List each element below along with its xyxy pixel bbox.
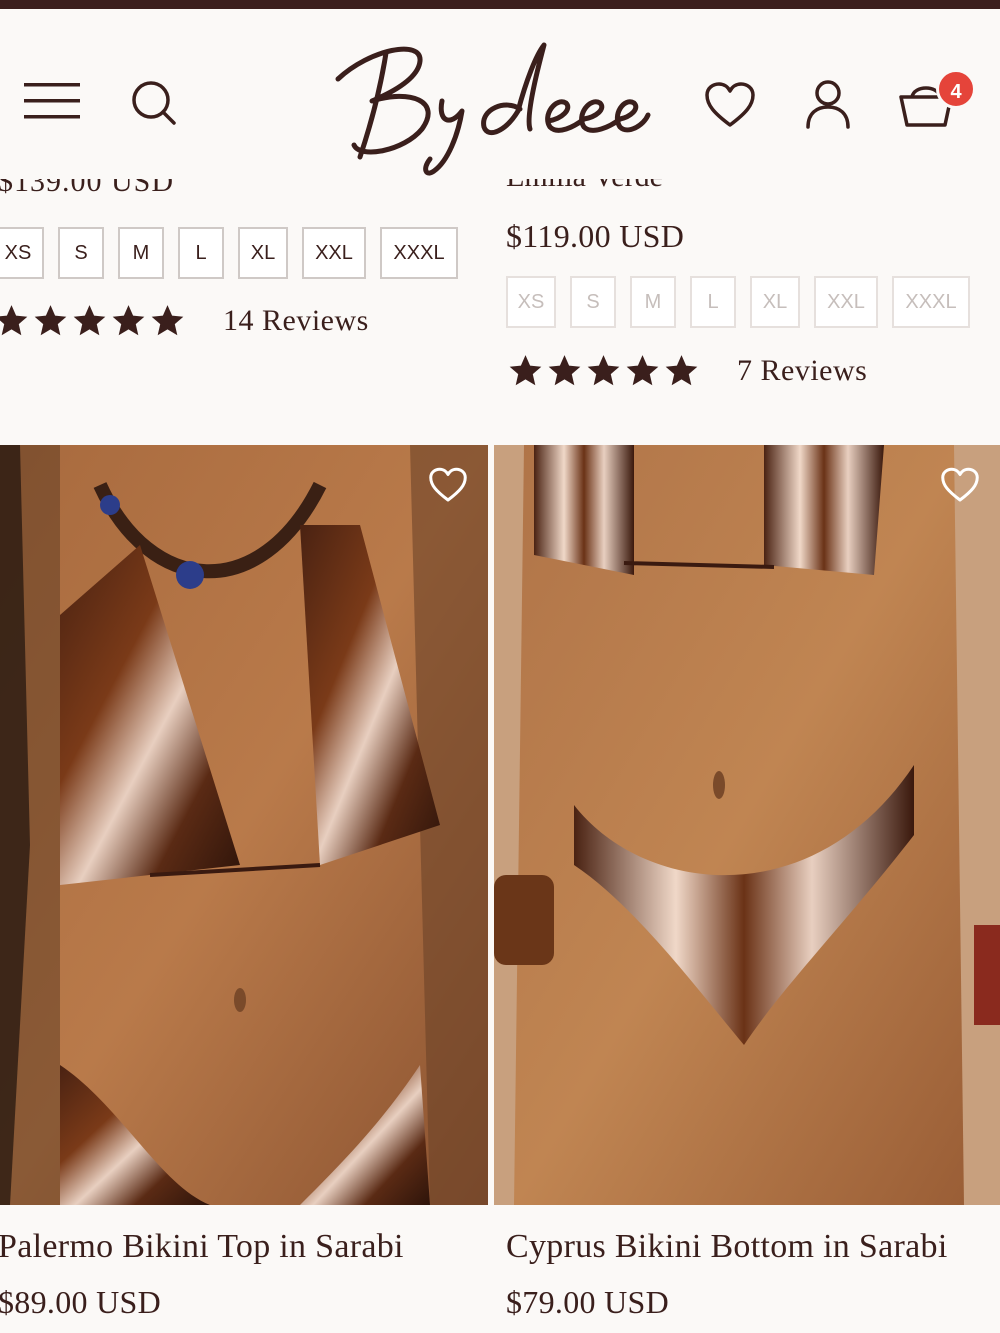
product-photo [0, 445, 488, 1205]
star-icon [70, 302, 109, 340]
star-icon [506, 352, 545, 390]
star-icon [0, 302, 31, 340]
review-count[interactable]: 14 Reviews [223, 304, 369, 338]
hamburger-menu-icon [24, 83, 80, 119]
size-option[interactable]: S [570, 276, 616, 328]
star-icon [545, 352, 584, 390]
size-option[interactable]: XS [0, 227, 44, 279]
size-option[interactable]: XXXL [892, 276, 970, 328]
product-name[interactable]: Cyprus Bikini Bottom in Sarabi [506, 1228, 948, 1266]
size-option[interactable]: M [118, 227, 164, 279]
star-icon [31, 302, 70, 340]
size-option[interactable]: L [690, 276, 736, 328]
wishlist-button[interactable] [704, 81, 756, 129]
favorite-button[interactable] [940, 467, 980, 503]
heart-icon [705, 82, 755, 127]
size-option[interactable]: S [58, 227, 104, 279]
star-rating [0, 302, 187, 340]
product-image-cyprus[interactable] [494, 445, 1000, 1205]
star-rating [506, 352, 701, 390]
star-icon [623, 352, 662, 390]
heart-outline-icon [429, 467, 467, 502]
product-price: $79.00 USD [506, 1284, 670, 1320]
rating-right[interactable]: 7 Reviews [506, 352, 867, 390]
size-option[interactable]: L [178, 227, 224, 279]
size-option[interactable]: XXL [814, 276, 878, 328]
star-icon [584, 352, 623, 390]
size-option[interactable]: XS [506, 276, 556, 328]
search-button[interactable] [130, 79, 178, 127]
top-strip [0, 0, 1000, 9]
account-button[interactable] [805, 79, 851, 129]
size-options-left: XS S M L XL XXL XXXL [0, 227, 472, 279]
star-icon [662, 352, 701, 390]
menu-button[interactable] [24, 81, 82, 121]
product-photo [494, 445, 1000, 1205]
heart-outline-icon [941, 467, 979, 502]
search-icon [132, 81, 176, 125]
star-icon [148, 302, 187, 340]
favorite-button[interactable] [428, 467, 468, 503]
rating-left[interactable]: 14 Reviews [0, 302, 369, 340]
size-option[interactable]: XXXL [380, 227, 458, 279]
brand-logo[interactable] [330, 31, 660, 181]
cart-count-badge: 4 [936, 69, 976, 109]
previous-product-price: $119.00 USD [506, 218, 685, 254]
size-option[interactable]: XL [750, 276, 800, 328]
size-option[interactable]: XL [238, 227, 288, 279]
review-count[interactable]: 7 Reviews [737, 354, 867, 388]
size-options-right: XS S M L XL XXL XXXL [506, 276, 984, 328]
product-image-palermo[interactable] [0, 445, 488, 1205]
size-option[interactable]: XXL [302, 227, 366, 279]
size-option[interactable]: M [630, 276, 676, 328]
star-icon [109, 302, 148, 340]
site-header: 4 [0, 9, 1000, 179]
user-icon [806, 80, 850, 129]
product-price: $89.00 USD [0, 1284, 162, 1320]
product-name[interactable]: Palermo Bikini Top in Sarabi [0, 1228, 404, 1266]
